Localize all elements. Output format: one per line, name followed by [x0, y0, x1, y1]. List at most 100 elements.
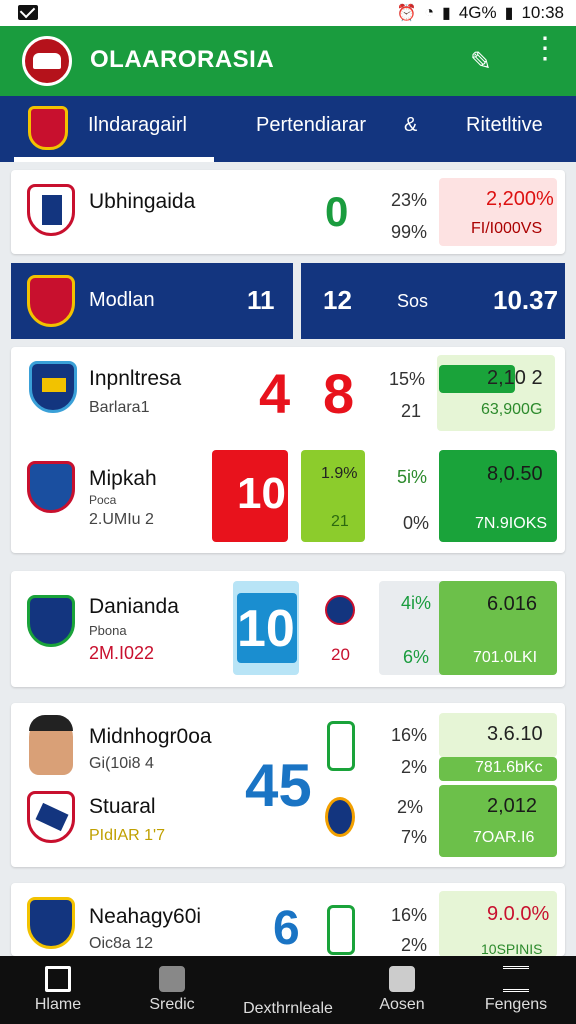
odds-bottom: 781.6bKc — [475, 759, 543, 776]
team-crest-icon — [27, 791, 75, 843]
match-card-1[interactable]: Ubhingaida 0 23% 99% 2,200% FI/I000VS — [11, 170, 565, 254]
percent-bottom: 0% — [403, 513, 430, 533]
edit-icon[interactable]: ✎ — [470, 46, 492, 77]
odds-bottom: 701.0LKI — [473, 649, 538, 666]
percent-bottom: 21 — [401, 401, 422, 421]
alarm-icon: ⏰ — [396, 5, 417, 22]
odds-top: 9.0.0% — [487, 903, 550, 925]
odds-top: 2,10 2 — [487, 367, 543, 389]
percent-top: 4i% — [401, 593, 432, 613]
team-crest-icon — [29, 361, 77, 413]
team-subtitle: Gi(10i8 4 — [89, 755, 154, 772]
team-crest-icon — [27, 184, 75, 236]
percent-bottom: 6% — [403, 647, 430, 667]
odds-top: 8,0.50 — [487, 463, 543, 485]
stat-top: 1.9% — [321, 465, 358, 482]
badge-icon — [389, 966, 415, 992]
menu-icon — [503, 966, 529, 992]
tab-1[interactable]: Ilndaragairl — [88, 114, 187, 137]
player-avatar — [29, 715, 73, 775]
team-badge-icon — [325, 797, 355, 837]
match-card-5[interactable]: Neahagy60i Oic8a 12 6 16% 2% 9.0.0% 10SP… — [11, 883, 565, 956]
team-subtitle: Pbona — [89, 623, 127, 638]
small-stat: 20 — [331, 645, 350, 664]
score: 45 — [245, 752, 312, 819]
percent-bottom: 99% — [391, 222, 428, 242]
match-card-4[interactable]: Midnhogr0oa Gi(10i8 4 45 16% 2% 3.6.10 7… — [11, 703, 565, 867]
ball-icon — [325, 595, 355, 625]
score: 0 — [325, 188, 349, 235]
stat-value: 10.37 — [493, 285, 559, 315]
odds-bottom: 63,900G — [481, 401, 543, 418]
percent-bottom: 2% — [401, 935, 428, 955]
nav-fengens[interactable]: Fengens — [474, 956, 558, 1024]
match-card-3[interactable]: Danianda Pbona 2M.I022 10 20 4i% 6% 6.01… — [11, 571, 565, 687]
odds-bottom: 10SPINIS — [481, 941, 543, 956]
stat-bottom: 21 — [331, 513, 349, 530]
team-crest-icon — [27, 461, 75, 513]
match-card-2[interactable]: Inpnltresa Barlara1 4 8 15% 21 2,10 2 63… — [11, 347, 565, 553]
team-name: Modlan — [89, 289, 155, 311]
green-badge-icon — [327, 721, 355, 771]
score-b: 8 — [323, 362, 355, 425]
odds-top: 2,012 — [487, 795, 538, 817]
signal-text: 4G% — [458, 3, 497, 22]
team-subtitle: Oic8a 12 — [89, 935, 154, 952]
percent-bottom: 2% — [401, 757, 428, 777]
green-badge-icon — [327, 905, 355, 955]
score: 6 — [273, 902, 300, 955]
team-name: Midnhogr0oa — [89, 725, 212, 748]
score-a: 11 — [247, 285, 275, 315]
team-subtitle: PIdIAR 1'7 — [89, 827, 165, 844]
odds-top: 6.016 — [487, 593, 538, 615]
wifi-icon: ◔ — [424, 4, 435, 21]
nav-dexthrnleale[interactable]: Dexthrnleale — [228, 956, 348, 1024]
tab-2[interactable]: Pertendiarar — [256, 114, 366, 137]
team-name: Inpnltresa — [89, 367, 182, 390]
phone-icon — [159, 966, 185, 992]
team-subtitle: Poca — [89, 493, 117, 507]
percent-top: 15% — [389, 369, 426, 389]
score-b: 12 — [323, 285, 352, 315]
clock: 10:38 — [521, 3, 564, 22]
app-bar: OLAARORASIA ✎ ⋮ — [0, 26, 576, 96]
percent-bottom: 7% — [401, 827, 428, 847]
bottom-nav: Hlame Sredic Dexthrnleale Aosen Fengens — [0, 956, 576, 1024]
odds-top: 3.6.10 — [487, 723, 543, 745]
score: 10 — [237, 600, 295, 658]
team-subtitle: Barlara1 — [89, 399, 150, 416]
status-bar: ⏰ ◔ ▮ 4G% ▮ 10:38 — [0, 0, 576, 26]
battery-icon: ▮ — [504, 5, 514, 22]
team-subtitle-2: 2M.I022 — [89, 643, 155, 663]
odds-bottom: 7N.9IOKS — [475, 515, 548, 532]
signal-icon: ▮ — [442, 5, 451, 22]
odds-bottom: FI/I000VS — [471, 220, 543, 237]
featured-team-row[interactable]: Modlan 11 — [11, 263, 293, 339]
stat-label: Sos — [397, 291, 429, 311]
tab-4[interactable]: Ritetltive — [466, 114, 543, 137]
team-crest-icon — [27, 275, 75, 327]
percent-top: 16% — [391, 905, 428, 925]
club-crest-icon — [28, 106, 68, 150]
featured-stats-row[interactable]: 12 Sos 10.37 — [301, 263, 565, 339]
home-icon — [45, 966, 71, 992]
percent-top: 16% — [391, 725, 428, 745]
tab-bar: Ilndaragairl Pertendiarar & Ritetltive — [0, 96, 576, 162]
score-a: 4 — [259, 362, 291, 425]
team-name: Mipkah — [89, 467, 157, 490]
percent-top: 23% — [391, 190, 428, 210]
nav-aosen[interactable]: Aosen — [362, 956, 442, 1024]
percent-top: 2% — [397, 797, 424, 817]
nav-sredic[interactable]: Sredic — [132, 956, 212, 1024]
app-title: OLAARORASIA — [90, 46, 275, 73]
player-avatar — [27, 595, 75, 647]
team-name: Neahagy60i — [89, 905, 202, 928]
more-options-icon[interactable]: ⋮ — [530, 34, 560, 64]
percent-top: 5i% — [397, 467, 428, 487]
nav-home[interactable]: Hlame — [18, 956, 98, 1024]
team-name: Danianda — [89, 595, 179, 618]
team-name: Ubhingaida — [89, 190, 196, 213]
odds-top: 2,200% — [486, 188, 554, 210]
score-red: 10 — [237, 469, 286, 518]
tab-3[interactable]: & — [404, 114, 417, 137]
